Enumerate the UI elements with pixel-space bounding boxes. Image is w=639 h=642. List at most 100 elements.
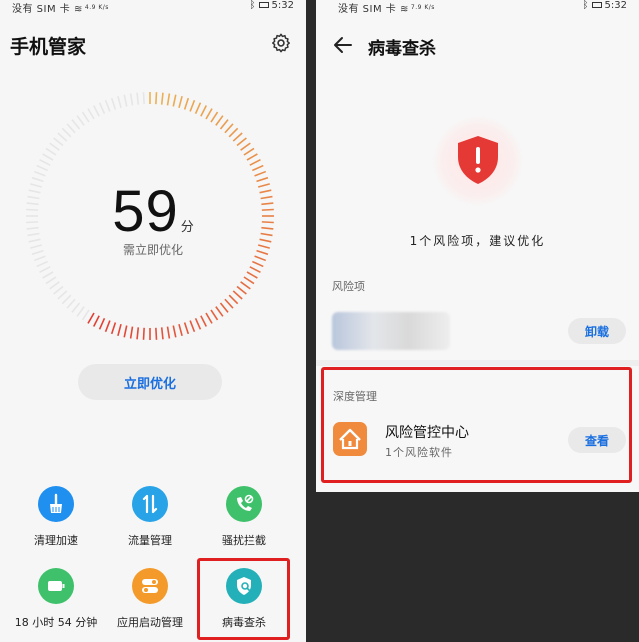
gauge-tick [76, 306, 85, 317]
gauge-tick [210, 309, 219, 321]
gauge-tick [215, 115, 224, 126]
tile-label: 骚扰拦截 [222, 534, 266, 547]
gauge-tick [236, 137, 247, 147]
gauge-tick [189, 99, 196, 112]
gauge-tick [36, 260, 49, 268]
gauge-tick [110, 322, 117, 335]
tile-data-management[interactable]: 流量管理 [100, 486, 200, 548]
gauge-tick [39, 266, 51, 274]
gauge-tick [136, 92, 140, 105]
wifi-icon: ≋ [73, 4, 83, 15]
uninstall-button[interactable]: 卸载 [568, 318, 626, 344]
gauge-tick [210, 111, 219, 123]
gauge-tick [240, 142, 251, 151]
battery-icon [258, 2, 269, 8]
clock: 5:32 [604, 0, 627, 11]
gauge-tick [178, 96, 183, 109]
gauge-tick [104, 320, 111, 333]
gauge-tick [200, 315, 208, 327]
gauge-tick [53, 137, 64, 147]
gauge-tick [53, 285, 64, 295]
gauge-tick [123, 94, 128, 107]
wifi-icon: ≋ [399, 4, 409, 15]
gauge-tick [45, 147, 57, 156]
gauge-tick [160, 327, 164, 340]
battery-icon [38, 568, 74, 604]
gauge-tick [142, 327, 145, 340]
gauge-tick [45, 276, 57, 285]
gauge-tick [71, 119, 81, 130]
page-title: 手机管家 [10, 36, 87, 58]
tile-clean-speed[interactable]: 清理加速 [6, 486, 106, 548]
gauge-tick [249, 158, 261, 166]
optimize-button[interactable]: 立即优化 [78, 364, 222, 400]
tile-battery[interactable]: 18 小时 54 分钟 [6, 568, 106, 630]
gauge-tick [189, 320, 196, 333]
gauge-tick [66, 298, 76, 309]
gauge-tick [76, 115, 85, 126]
tile-label: 流量管理 [128, 534, 172, 547]
page-title: 病毒查杀 [368, 39, 436, 59]
gauge-tick [183, 322, 190, 335]
gauge-tick [160, 92, 164, 105]
gauge-tick [81, 309, 90, 321]
data-transfer-icon [132, 486, 168, 522]
gauge-tick [123, 325, 128, 338]
gauge-tick [110, 97, 117, 110]
gauge-tick [92, 315, 100, 327]
gauge-tick [142, 92, 145, 105]
gauge-tick [243, 147, 255, 156]
gauge-tick [36, 164, 49, 172]
gauge-tick [232, 290, 243, 300]
status-right: ᛒ 5:32 [250, 0, 294, 11]
bluetooth-icon: ᛒ [582, 0, 589, 11]
gauge-tick [194, 317, 202, 330]
gauge-tick [205, 312, 213, 324]
gauge-tick [57, 132, 68, 142]
gauge-tick [66, 123, 76, 134]
tile-app-launch[interactable]: 应用启动管理 [100, 568, 200, 630]
gauge-tick [39, 158, 51, 166]
gauge-tick [98, 102, 106, 115]
gauge-tick [104, 99, 111, 112]
gauge-tick [61, 127, 72, 138]
tile-label: 18 小时 54 分钟 [14, 616, 98, 629]
network-speed: 7.9 K/s [410, 4, 435, 11]
network-speed: 4.9 K/s [84, 4, 109, 11]
battery-icon [591, 2, 602, 8]
gauge-tick [166, 326, 171, 339]
score-subtitle: 需立即优化 [122, 243, 183, 257]
gauge-tick [251, 164, 264, 172]
gauge-tick [254, 170, 267, 177]
highlight-box-virus-scan [197, 558, 290, 640]
gauge-tick [172, 325, 177, 338]
gauge-tick [194, 102, 202, 115]
status-bar: 没有 SIM 卡 ≋ 4.9 K/s ᛒ 5:32 [0, 0, 306, 15]
gauge-tick [49, 281, 60, 290]
tile-label: 清理加速 [34, 534, 78, 547]
gauge-tick [81, 111, 90, 123]
gauge-tick [224, 123, 234, 134]
gauge-tick [33, 170, 46, 177]
gauge-tick [136, 327, 140, 340]
gauge-tick [228, 294, 239, 305]
gauge-tick [117, 323, 122, 336]
gauge-tick [246, 271, 258, 279]
gauge-tick [183, 97, 190, 110]
score-value: 59 [112, 179, 179, 244]
gauge-tick [98, 317, 106, 330]
tile-harassment-block[interactable]: 骚扰拦截 [194, 486, 294, 548]
gauge-tick [178, 323, 183, 336]
gauge-tick [129, 93, 134, 106]
gauge-tick [200, 105, 208, 117]
gauge-tick [57, 290, 68, 300]
gear-icon[interactable] [270, 32, 292, 54]
gauge-tick [61, 294, 72, 305]
tile-label: 应用启动管理 [117, 616, 183, 629]
back-arrow-icon[interactable] [332, 34, 354, 56]
gauge-tick [129, 326, 134, 339]
warning-shield-icon [458, 136, 498, 184]
gauge-tick [205, 108, 213, 120]
carrier-label: 没有 SIM 卡 ≋ 7.9 K/s [338, 4, 435, 15]
gauge-tick [249, 266, 261, 274]
